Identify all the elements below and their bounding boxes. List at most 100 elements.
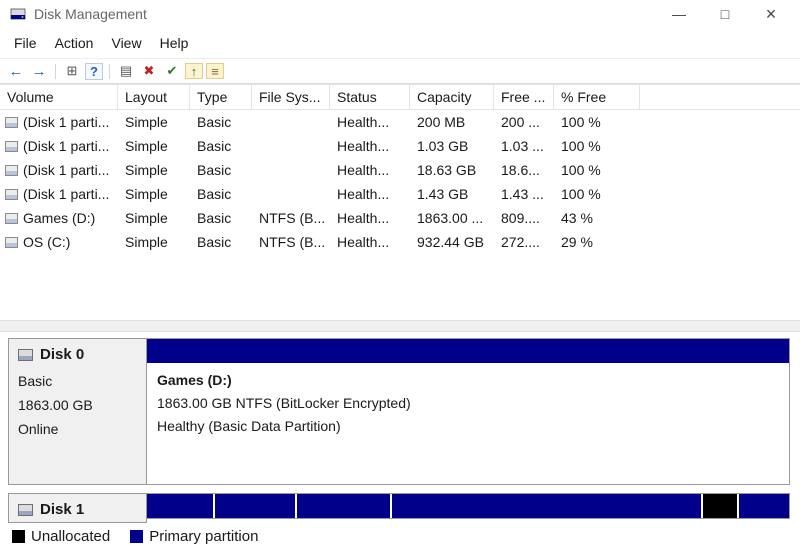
- disk0-size: 1863.00 GB: [18, 397, 93, 413]
- column-header-layout[interactable]: Layout: [118, 85, 190, 109]
- column-header-free[interactable]: Free ...: [494, 85, 554, 109]
- disk-icon: [18, 348, 33, 361]
- cell-status: Health...: [337, 210, 390, 226]
- cell-status: Health...: [337, 162, 390, 178]
- disk1-row: Disk 1: [8, 493, 790, 523]
- minimize-button[interactable]: —: [656, 0, 702, 28]
- volume-row[interactable]: (Disk 1 parti... Simple Basic Health... …: [0, 182, 800, 206]
- volume-row[interactable]: Games (D:) Simple Basic NTFS (B... Healt…: [0, 206, 800, 230]
- cell-filesystem: NTFS (B...: [259, 234, 326, 250]
- volume-name: (Disk 1 parti...: [23, 114, 110, 130]
- cell-layout: Simple: [125, 210, 168, 226]
- volume-icon: [5, 188, 18, 200]
- legend-item-unallocated: Unallocated: [12, 528, 110, 545]
- disk0-name: Disk 0: [40, 346, 85, 363]
- title-bar: Disk Management — □ ×: [0, 0, 800, 28]
- cell-type: Basic: [197, 186, 232, 202]
- cell-free: 809....: [501, 210, 540, 226]
- open-folder-icon[interactable]: ↑: [185, 63, 203, 79]
- partition-status: Healthy (Basic Data Partition): [157, 418, 341, 434]
- toolbar: ← → ⊞ ? ▤ ✖ ✔ ↑ ≡: [0, 58, 800, 84]
- volume-list: Volume Layout Type File Sys... Status Ca…: [0, 84, 800, 320]
- disk1-segment-primary_partition[interactable]: [297, 494, 393, 518]
- column-header-filesystem[interactable]: File Sys...: [252, 85, 330, 109]
- volume-row[interactable]: OS (C:) Simple Basic NTFS (B... Health..…: [0, 230, 800, 254]
- cell-free: 200 ...: [501, 114, 540, 130]
- cell-volume: Games (D:): [0, 210, 118, 226]
- primary-partition-swatch: [130, 530, 144, 543]
- maximize-button[interactable]: □: [702, 0, 748, 28]
- cell-volume: (Disk 1 parti...: [0, 114, 118, 130]
- app-icon: [10, 8, 26, 20]
- close-button[interactable]: ×: [748, 0, 794, 28]
- cell-pctfree: 100 %: [561, 186, 601, 202]
- forward-icon[interactable]: →: [29, 61, 49, 81]
- cell-status: Health...: [337, 234, 390, 250]
- legend-label: Unallocated: [31, 528, 111, 545]
- cell-pctfree: 100 %: [561, 162, 601, 178]
- volume-name: (Disk 1 parti...: [23, 138, 110, 154]
- cell-status: Health...: [337, 138, 390, 154]
- cell-free: 1.43 ...: [501, 186, 544, 202]
- disk0-status: Online: [18, 421, 59, 437]
- mark-partition-icon[interactable]: ✔: [162, 61, 182, 81]
- menu-action[interactable]: Action: [46, 30, 103, 56]
- properties-icon[interactable]: ▤: [116, 61, 136, 81]
- window-title: Disk Management: [34, 6, 147, 22]
- disk1-label[interactable]: Disk 1: [8, 493, 147, 523]
- partition-detail: 1863.00 GB NTFS (BitLocker Encrypted): [157, 395, 411, 411]
- disk0-row: Disk 0 Basic 1863.00 GB Online Games (D:…: [8, 338, 790, 485]
- cell-type: Basic: [197, 162, 232, 178]
- disk1-segment-primary_partition[interactable]: [738, 494, 789, 518]
- views-icon[interactable]: ≡: [206, 63, 224, 79]
- cell-type: Basic: [197, 234, 232, 250]
- disk0-partition-info: Games (D:) 1863.00 GB NTFS (BitLocker En…: [147, 363, 789, 444]
- menu-view[interactable]: View: [102, 30, 150, 56]
- help-icon[interactable]: ?: [85, 62, 103, 80]
- cell-layout: Simple: [125, 162, 168, 178]
- cell-capacity: 1.03 GB: [417, 138, 469, 154]
- cell-type: Basic: [197, 138, 232, 154]
- volume-name: OS (C:): [23, 234, 71, 250]
- cell-free: 1.03 ...: [501, 138, 544, 154]
- disk1-name: Disk 1: [40, 501, 85, 518]
- disk0-partition-box[interactable]: Games (D:) 1863.00 GB NTFS (BitLocker En…: [146, 338, 790, 485]
- column-header-capacity[interactable]: Capacity: [410, 85, 494, 109]
- cell-pctfree: 29 %: [561, 234, 593, 250]
- column-header-volume[interactable]: Volume: [0, 85, 118, 109]
- legend: Unallocated Primary partition: [8, 523, 790, 545]
- disk0-partition-band: [147, 339, 789, 363]
- disk1-segment-primary_partition[interactable]: [215, 494, 298, 518]
- cell-pctfree: 100 %: [561, 114, 601, 130]
- cell-filesystem: NTFS (B...: [259, 210, 326, 226]
- disk1-segment-primary_partition[interactable]: [392, 494, 703, 518]
- volume-row[interactable]: (Disk 1 parti... Simple Basic Health... …: [0, 110, 800, 134]
- column-header-status[interactable]: Status: [330, 85, 410, 109]
- volume-row[interactable]: (Disk 1 parti... Simple Basic Health... …: [0, 134, 800, 158]
- volume-icon: [5, 212, 18, 224]
- column-header-filler: [640, 85, 800, 109]
- column-header-pctfree[interactable]: % Free: [554, 85, 640, 109]
- disk0-label[interactable]: Disk 0 Basic 1863.00 GB Online: [8, 338, 147, 485]
- cell-status: Health...: [337, 186, 390, 202]
- cell-pctfree: 100 %: [561, 138, 601, 154]
- legend-item-primary: Primary partition: [130, 528, 258, 545]
- menu-help[interactable]: Help: [151, 30, 198, 56]
- window-controls: — □ ×: [656, 0, 800, 28]
- delete-volume-icon[interactable]: ✖: [139, 61, 159, 81]
- table-header: Volume Layout Type File Sys... Status Ca…: [0, 84, 800, 110]
- console-tree-icon[interactable]: ⊞: [62, 61, 82, 81]
- cell-volume: (Disk 1 parti...: [0, 138, 118, 154]
- cell-capacity: 18.63 GB: [417, 162, 477, 178]
- cell-capacity: 1.43 GB: [417, 186, 469, 202]
- back-icon[interactable]: ←: [6, 61, 26, 81]
- pane-splitter[interactable]: [0, 320, 800, 332]
- cell-free: 18.6...: [501, 162, 540, 178]
- toolbar-separator: [55, 63, 56, 79]
- column-header-type[interactable]: Type: [190, 85, 252, 109]
- disk1-segment-primary_partition[interactable]: [147, 494, 216, 518]
- menu-file[interactable]: File: [5, 30, 46, 56]
- volume-row[interactable]: (Disk 1 parti... Simple Basic Health... …: [0, 158, 800, 182]
- volume-icon: [5, 116, 18, 128]
- disk1-segment-unallocated[interactable]: [702, 494, 739, 518]
